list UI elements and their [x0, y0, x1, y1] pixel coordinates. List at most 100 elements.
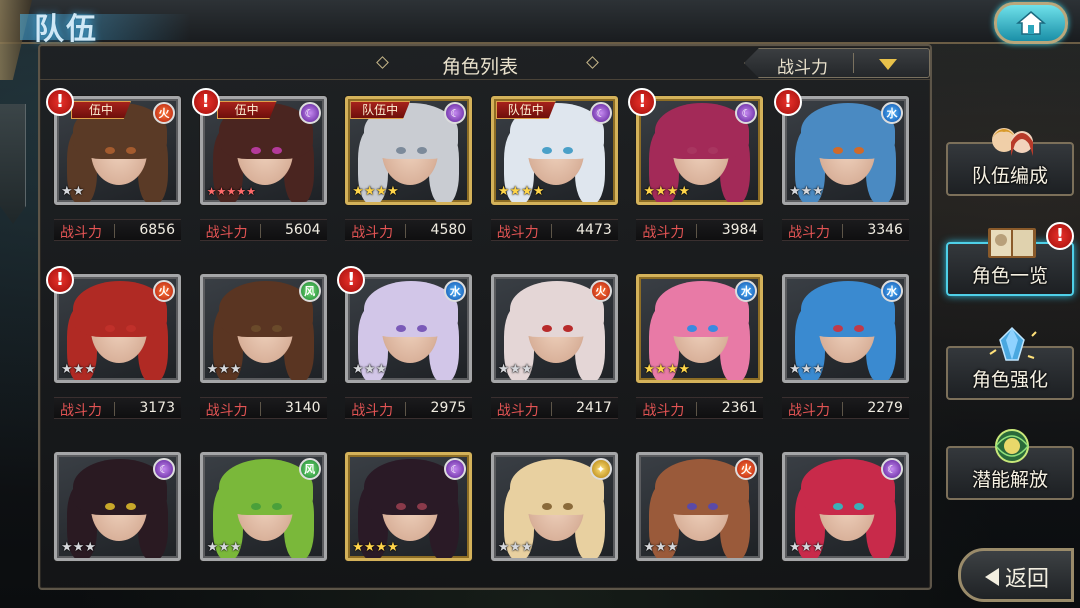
star-icon: ★ — [812, 362, 824, 377]
star-icon: ★ — [352, 184, 364, 199]
power-bar: 战斗力 4473 — [490, 219, 618, 241]
power-label: 战斗力 — [642, 225, 685, 241]
star-icon: ★ — [246, 185, 256, 198]
character-card[interactable]: 火 ★ ★ 伍中! 战斗力 6856 — [46, 88, 181, 274]
star-icon: ★ — [643, 362, 656, 377]
power-divider — [696, 224, 698, 238]
star-icon: ★ — [497, 184, 510, 199]
star-icon: ★ — [206, 540, 219, 555]
fire-element-icon: 火 — [153, 102, 175, 124]
sort-dropdown[interactable]: 战斗力 — [744, 48, 930, 78]
character-card[interactable]: ☾ ★ ★ ★ ★ 队伍中 战斗力 4580 — [345, 96, 473, 274]
in-team-badge: 伍中 — [71, 101, 131, 119]
power-value: 4580 — [430, 222, 467, 238]
panel-header: 角色列表 战斗力 — [40, 46, 930, 80]
power-bar: 战斗力 2417 — [490, 397, 618, 419]
star-rating: ★ ★ ★ ★ — [643, 363, 690, 376]
character-portrait[interactable]: ☾ ★ ★ ★ — [781, 452, 909, 561]
star-icon: ★ — [788, 540, 801, 555]
star-icon: ★ — [229, 540, 242, 555]
character-portrait[interactable]: ☾ ★ ★ ★ ★ 队伍中 — [345, 96, 473, 205]
character-card[interactable]: 水 ★ ★ ★ 战斗力 2279 — [781, 274, 909, 452]
star-icon: ★ — [678, 362, 690, 377]
character-portrait[interactable]: 火 ★ ★ 伍中 — [54, 96, 181, 205]
character-card[interactable]: 水 ★ ★ ★! 战斗力 2975 — [337, 266, 473, 452]
character-card[interactable]: ☾ ★ ★ ★ — [54, 452, 181, 608]
star-icon: ★ — [643, 184, 656, 199]
character-card[interactable]: 水 ★ ★ ★ ★ 战斗力 2361 — [636, 274, 764, 452]
star-icon: ★ — [72, 184, 85, 199]
power-label: 战斗力 — [642, 403, 685, 419]
character-portrait[interactable]: 水 ★ ★ ★ — [781, 274, 909, 383]
dropdown-arrow-icon[interactable] — [879, 59, 897, 70]
star-icon: ★ — [363, 184, 376, 199]
character-card[interactable]: 水 ★ ★ ★! 战斗力 3346 — [773, 88, 909, 274]
character-portrait[interactable]: ☾ ★ ★ ★ ★ ★ 伍中 — [199, 96, 327, 205]
character-enhance-button[interactable]: 角色强化 — [946, 326, 1074, 400]
character-card[interactable]: ☾ ★ ★ ★ ★ — [345, 452, 473, 608]
character-card[interactable]: ☾ ★ ★ ★ ★! 战斗力 3984 — [628, 88, 764, 274]
character-portrait[interactable]: 水 ★ ★ ★ — [781, 96, 909, 205]
character-card[interactable]: 风 ★ ★ ★ — [199, 452, 327, 608]
home-button[interactable] — [994, 2, 1068, 44]
character-grid: 火 ★ ★ 伍中! 战斗力 6856 ☾ ★ ★ ★ ★ ★ 伍中! 战斗力 5604 ☾ ★ ★ ★ ★ 队伍中 战斗力… — [46, 88, 914, 608]
power-label: 战斗力 — [351, 403, 394, 419]
potential-orb-icon — [995, 429, 1029, 463]
character-portrait[interactable]: 火 ★ ★ ★ — [54, 274, 181, 383]
side-button-label: 角色一览 — [971, 265, 1048, 287]
character-portrait[interactable]: 水 ★ ★ ★ ★ — [636, 274, 764, 383]
water-element-icon: 水 — [880, 280, 903, 302]
team-portraits-icon — [992, 128, 1033, 156]
star-rating: ★ ★ ★ — [789, 185, 824, 198]
character-list-button[interactable]: 角色一览 — [946, 228, 1074, 296]
back-button[interactable]: 返回 — [958, 548, 1074, 602]
team-formation-button[interactable]: 队伍编成 — [946, 128, 1074, 196]
star-icon: ★ — [643, 540, 656, 555]
alert-badge: ! — [46, 88, 74, 116]
character-portrait[interactable]: ☾ ★ ★ ★ ★ — [636, 96, 764, 205]
book-icon — [988, 228, 1036, 258]
star-icon: ★ — [666, 540, 679, 555]
star-icon: ★ — [800, 540, 813, 555]
character-card[interactable]: 火 ★ ★ ★ — [636, 452, 764, 608]
power-value: 3346 — [867, 222, 903, 238]
character-card[interactable]: 火 ★ ★ ★ 战斗力 2417 — [490, 274, 618, 452]
alert-badge: ! — [1046, 222, 1074, 250]
character-card[interactable]: 火 ★ ★ ★! 战斗力 3173 — [46, 266, 181, 452]
character-card[interactable]: 风 ★ ★ ★ 战斗力 3140 — [199, 274, 327, 452]
character-portrait[interactable]: ✦ ★ ★ ★ — [490, 452, 618, 561]
star-icon: ★ — [236, 185, 247, 198]
star-icon: ★ — [387, 540, 399, 555]
character-portrait[interactable]: ☾ ★ ★ ★ — [54, 452, 181, 561]
character-portrait[interactable]: ☾ ★ ★ ★ ★ 队伍中 — [490, 96, 618, 205]
character-portrait[interactable]: 水 ★ ★ ★ — [345, 274, 473, 383]
dark-element-icon: ☾ — [298, 102, 321, 124]
character-portrait[interactable]: 风 ★ ★ ★ — [199, 452, 327, 561]
in-team-badge: 队伍中 — [350, 101, 411, 119]
star-icon: ★ — [352, 540, 364, 555]
potential-release-button[interactable]: 潜能解放 — [946, 429, 1074, 500]
power-value: 2417 — [576, 400, 612, 416]
star-icon: ★ — [532, 184, 545, 199]
power-divider — [259, 224, 261, 238]
left-banner — [0, 104, 26, 224]
star-icon: ★ — [375, 362, 388, 377]
star-rating: ★ ★ ★ — [498, 363, 533, 376]
power-value: 2361 — [721, 400, 758, 416]
character-portrait[interactable]: ☾ ★ ★ ★ ★ — [345, 452, 473, 561]
power-bar: 战斗力 3173 — [54, 397, 181, 419]
character-card[interactable]: ☾ ★ ★ ★ ★ 队伍中 战斗力 4473 — [490, 96, 618, 274]
power-divider — [550, 224, 552, 238]
character-card[interactable]: ✦ ★ ★ ★ — [490, 452, 618, 608]
character-card[interactable]: ☾ ★ ★ ★ — [781, 452, 909, 608]
character-portrait[interactable]: 火 ★ ★ ★ — [636, 452, 764, 561]
character-portrait[interactable]: 火 ★ ★ ★ — [490, 274, 618, 383]
character-card[interactable]: ☾ ★ ★ ★ ★ ★ 伍中! 战斗力 5604 — [191, 88, 327, 274]
power-divider — [405, 402, 407, 416]
sort-divider — [853, 53, 854, 73]
power-label: 战斗力 — [496, 225, 539, 241]
power-value: 3173 — [139, 400, 175, 416]
star-rating: ★ ★ ★ — [207, 541, 242, 554]
dark-element-icon: ☾ — [880, 458, 903, 480]
character-portrait[interactable]: 风 ★ ★ ★ — [199, 274, 327, 383]
